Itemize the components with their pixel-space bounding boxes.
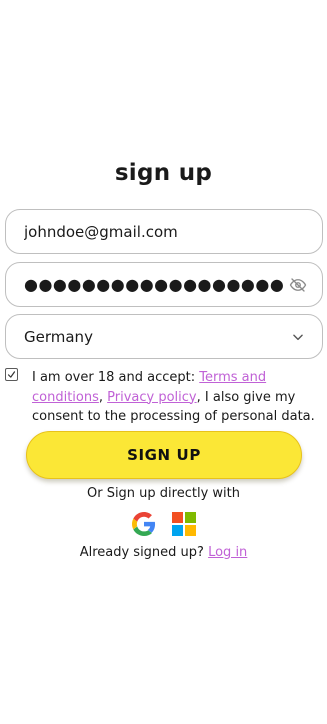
consent-prefix: I am over 18 and accept: [32,370,200,385]
google-icon[interactable] [132,512,156,536]
password-value: ●●●●●●●●●●●●●●●●●● [24,275,285,294]
login-prompt-text: Already signed up? [79,545,204,560]
microsoft-icon[interactable] [172,512,196,536]
consent-text: I am over 18 and accept: Terms and condi… [32,368,323,427]
country-select[interactable]: Germany [5,314,323,359]
eye-off-icon[interactable] [288,275,308,295]
email-field[interactable]: johndoe@gmail.com [5,209,323,254]
consent-checkbox[interactable] [5,368,18,381]
privacy-link[interactable]: Privacy policy [107,390,196,405]
login-link[interactable]: Log in [208,545,247,560]
login-prompt-row: Already signed up? Log in [0,545,327,560]
signup-button[interactable]: SIGN UP [26,431,302,479]
email-value: johndoe@gmail.com [24,222,178,241]
chevron-down-icon [288,327,308,347]
page-title: sign up [114,160,213,186]
password-field[interactable]: ●●●●●●●●●●●●●●●●●● [5,262,323,307]
alt-signup-text: Or Sign up directly with [86,486,240,501]
country-value: Germany [24,327,93,346]
consent-separator: , [98,389,108,405]
